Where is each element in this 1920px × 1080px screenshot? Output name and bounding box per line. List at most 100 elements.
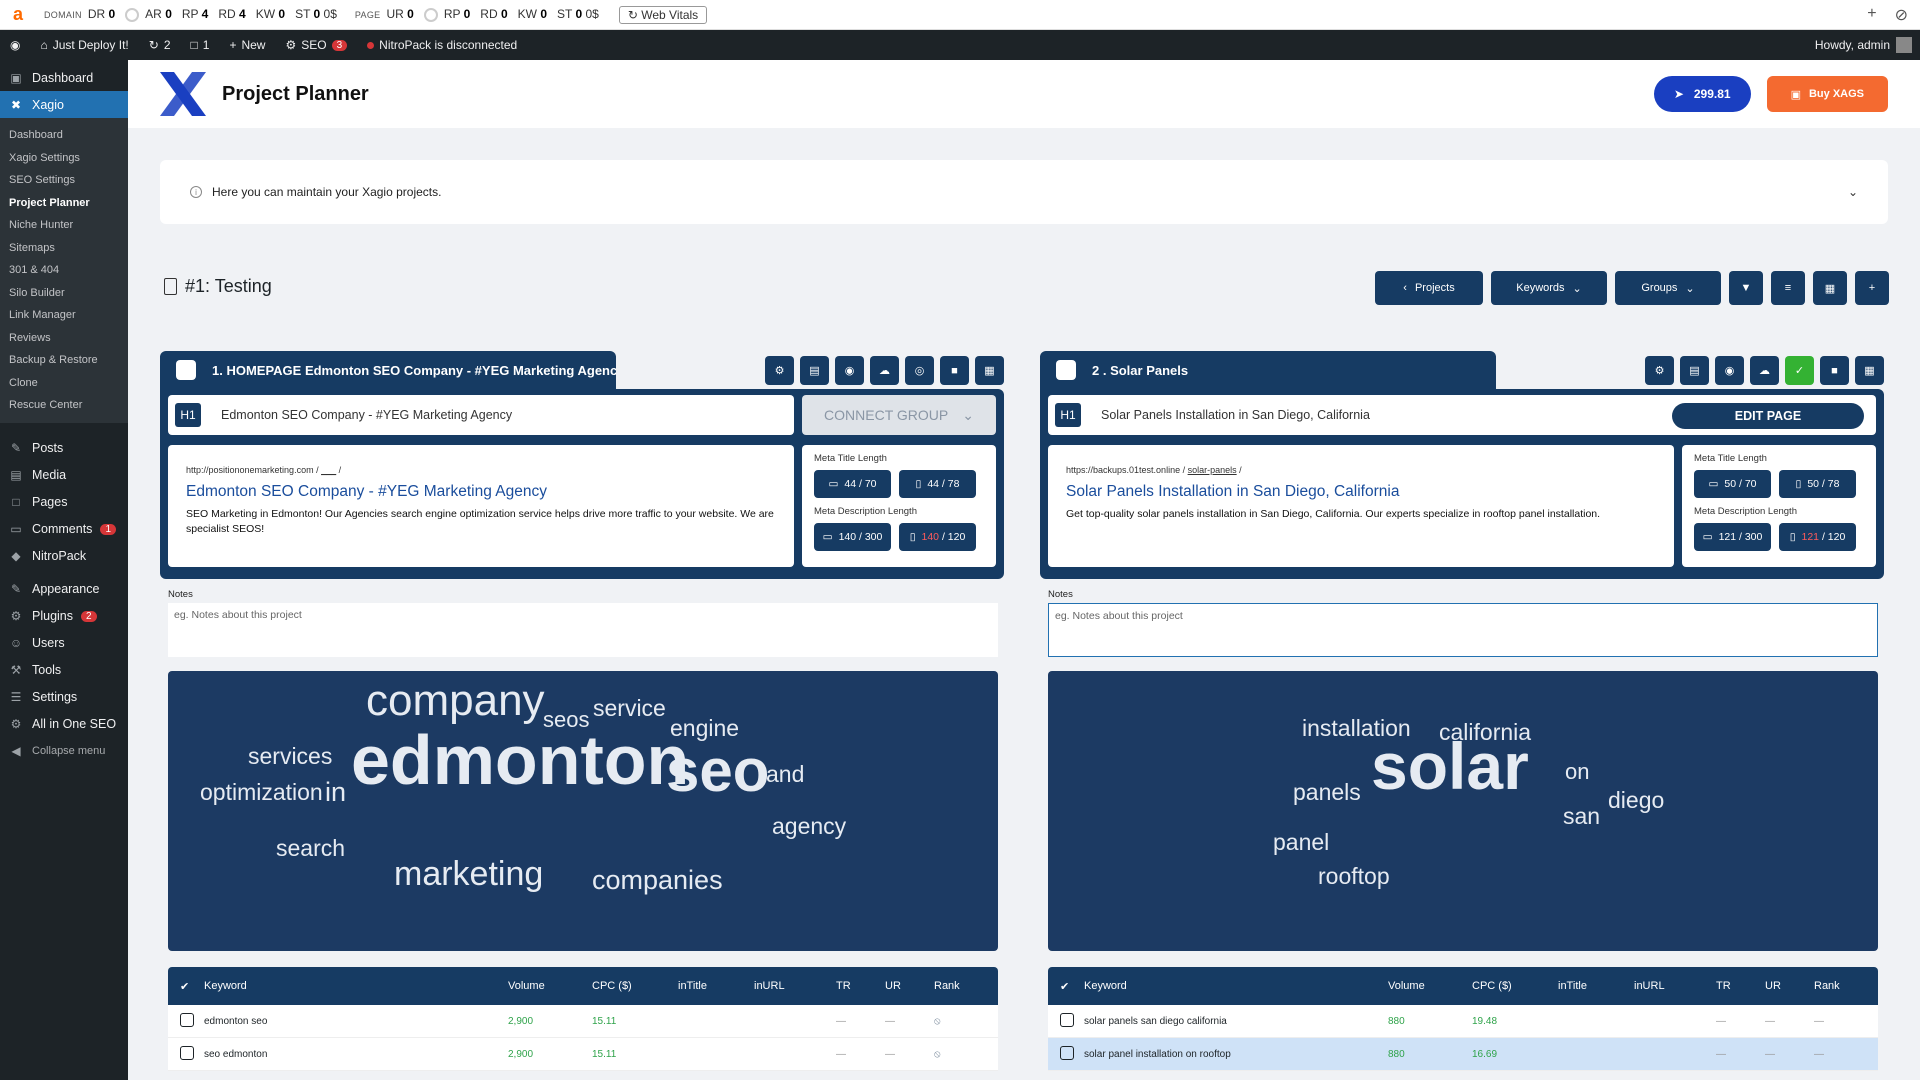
row-checkbox[interactable] [180, 1045, 194, 1060]
group-checkbox[interactable] [1056, 360, 1076, 380]
seo-menu-link[interactable]: ⚙ SEO 3 [275, 30, 357, 60]
notes-icon[interactable]: ▤ [1680, 356, 1709, 385]
sidebar-item-all-in-one-seo[interactable]: ⚙ All in One SEO [0, 711, 128, 738]
row-checkbox[interactable] [1060, 1045, 1074, 1060]
groups-dropdown[interactable]: Groups ⌄ [1615, 271, 1721, 305]
column-header-volume[interactable]: Volume [1388, 980, 1472, 992]
sidebar-item-settings[interactable]: ☰ Settings [0, 684, 128, 711]
cloud-icon[interactable]: ☁ [870, 356, 899, 385]
keywords-dropdown[interactable]: Keywords ⌄ [1491, 271, 1607, 305]
filter-button[interactable]: ▼ [1729, 271, 1763, 305]
column-header-volume[interactable]: Volume [508, 980, 592, 992]
settings-icon[interactable]: ⚙ [765, 356, 794, 385]
notes-icon[interactable]: ▤ [800, 356, 829, 385]
notes-textarea[interactable]: eg. Notes about this project [1048, 603, 1878, 657]
submenu-item-xagio-settings[interactable]: Xagio Settings [0, 147, 128, 170]
group-checkbox[interactable] [176, 360, 196, 380]
comments-link[interactable]: □ 1 [181, 30, 220, 60]
select-all-checkbox[interactable]: ✔ [1048, 980, 1084, 993]
submenu-item-seo-settings[interactable]: SEO Settings [0, 169, 128, 192]
column-header-ur[interactable]: UR [1765, 980, 1814, 992]
collapse-menu-button[interactable]: ◀ Collapse menu [0, 738, 128, 765]
save-icon[interactable]: ▦ [975, 356, 1004, 385]
submenu-item-reviews[interactable]: Reviews [0, 327, 128, 350]
submenu-item-link-manager[interactable]: Link Manager [0, 304, 128, 327]
select-all-checkbox[interactable]: ✔ [168, 980, 204, 993]
sidebar-item-users[interactable]: ☺ Users [0, 630, 128, 657]
nitropack-status-link[interactable]: NitroPack is disconnected [357, 30, 527, 60]
keyword-cell[interactable]: solar panel installation on rooftop [1084, 1049, 1388, 1060]
web-vitals-button[interactable]: ↻ Web Vitals [618, 5, 708, 24]
edit-page-button[interactable]: EDIT PAGE [1672, 403, 1864, 429]
submenu-item-sitemaps[interactable]: Sitemaps [0, 237, 128, 260]
save-button[interactable]: ▦ [1813, 271, 1847, 305]
save-icon[interactable]: ▦ [1855, 356, 1884, 385]
row-checkbox[interactable] [180, 1012, 194, 1027]
column-header-intitle[interactable]: inTitle [1558, 980, 1634, 992]
xags-balance-button[interactable]: ➤ 299.81 [1653, 76, 1751, 112]
keyword-cell[interactable]: seo edmonton [204, 1049, 508, 1060]
row-checkbox[interactable] [1060, 1012, 1074, 1027]
serp-description[interactable]: SEO Marketing in Edmonton! Our Agencies … [186, 507, 776, 537]
submenu-item-rescue-center[interactable]: Rescue Center [0, 394, 128, 417]
sidebar-item-pages[interactable]: □ Pages [0, 489, 128, 516]
connect-group-dropdown[interactable]: CONNECT GROUP ⌄ [802, 395, 996, 435]
sidebar-item-comments[interactable]: ▭ Comments 1 [0, 516, 128, 543]
check-target-icon[interactable]: ✓ [1785, 356, 1814, 385]
sidebar-item-posts[interactable]: ✎ Posts [0, 435, 128, 462]
column-header-tr[interactable]: TR [1716, 980, 1765, 992]
table-row[interactable]: solar panels san diego california 880 19.4… [1048, 1005, 1878, 1038]
submenu-item-backup-restore[interactable]: Backup & Restore [0, 349, 128, 372]
sidebar-item-appearance[interactable]: ✎ Appearance [0, 576, 128, 603]
submenu-item-clone[interactable]: Clone [0, 372, 128, 395]
column-header-intitle[interactable]: inTitle [678, 980, 754, 992]
serp-description[interactable]: Get top-quality solar panels installatio… [1066, 507, 1656, 522]
ahrefs-logo-icon[interactable]: a [0, 4, 36, 25]
sidebar-item-xagio[interactable]: ✖ Xagio [0, 91, 128, 118]
column-header-tr[interactable]: TR [836, 980, 885, 992]
settings-icon[interactable]: ⚙ [1645, 356, 1674, 385]
column-header-keyword[interactable]: Keyword [204, 980, 508, 992]
serp-title[interactable]: Edmonton SEO Company - #YEG Marketing Ag… [186, 483, 776, 501]
site-name-link[interactable]: ⌂ Just Deploy It! [30, 30, 138, 60]
column-header-rank[interactable]: Rank [1814, 980, 1874, 992]
h1-field[interactable]: H1 Edmonton SEO Company - #YEG Marketing… [168, 395, 794, 435]
submenu-item-301-404[interactable]: 301 & 404 [0, 259, 128, 282]
table-row[interactable]: edmonton seo 2,900 15.11 — — ⦸ [168, 1005, 998, 1038]
add-group-button[interactable]: + [1855, 271, 1889, 305]
add-icon[interactable]: + [1867, 5, 1876, 25]
sidebar-item-media[interactable]: ▤ Media [0, 462, 128, 489]
table-row[interactable]: solar panel installation on rooftop 880 16… [1048, 1038, 1878, 1071]
column-header-inurl[interactable]: inURL [754, 980, 836, 992]
trash-icon[interactable]: ■ [940, 356, 969, 385]
no-rank-icon[interactable]: ⦸ [934, 1049, 994, 1060]
sidebar-item-tools[interactable]: ⚒ Tools [0, 657, 128, 684]
target-icon[interactable]: ◎ [905, 356, 934, 385]
wordpress-logo-icon[interactable]: ◉ [0, 30, 30, 60]
sidebar-item-nitropack[interactable]: ◆ NitroPack [0, 543, 128, 570]
chevron-down-icon[interactable]: ⌄ [1848, 185, 1858, 199]
sidebar-item-dashboard[interactable]: ▣ Dashboard [0, 64, 128, 91]
notes-textarea[interactable]: eg. Notes about this project [168, 603, 998, 657]
submenu-item-dashboard[interactable]: Dashboard [0, 124, 128, 147]
new-content-link[interactable]: + New [219, 30, 275, 60]
submenu-item-silo-builder[interactable]: Silo Builder [0, 282, 128, 305]
column-header-ur[interactable]: UR [885, 980, 934, 992]
trash-icon[interactable]: ■ [1820, 356, 1849, 385]
serp-title[interactable]: Solar Panels Installation in San Diego, … [1066, 483, 1656, 501]
no-rank-icon[interactable]: ⦸ [934, 1016, 994, 1027]
table-row[interactable]: seo edmonton 2,900 15.11 — — ⦸ [168, 1038, 998, 1071]
eye-icon[interactable]: ◉ [1715, 356, 1744, 385]
user-menu[interactable]: Howdy, admin [1815, 37, 1920, 53]
column-header-rank[interactable]: Rank [934, 980, 994, 992]
sidebar-item-plugins[interactable]: ⚙ Plugins 2 [0, 603, 128, 630]
column-header-cpc-[interactable]: CPC ($) [592, 980, 678, 992]
column-header-cpc-[interactable]: CPC ($) [1472, 980, 1558, 992]
projects-button[interactable]: ‹ Projects [1375, 271, 1483, 305]
sort-button[interactable]: ≡ [1771, 271, 1805, 305]
group-tab[interactable]: 2 . Solar Panels [1040, 351, 1496, 389]
eye-icon[interactable]: ◉ [835, 356, 864, 385]
info-panel[interactable]: i Here you can maintain your Xagio proje… [160, 160, 1888, 224]
submenu-item-niche-hunter[interactable]: Niche Hunter [0, 214, 128, 237]
cloud-icon[interactable]: ☁ [1750, 356, 1779, 385]
